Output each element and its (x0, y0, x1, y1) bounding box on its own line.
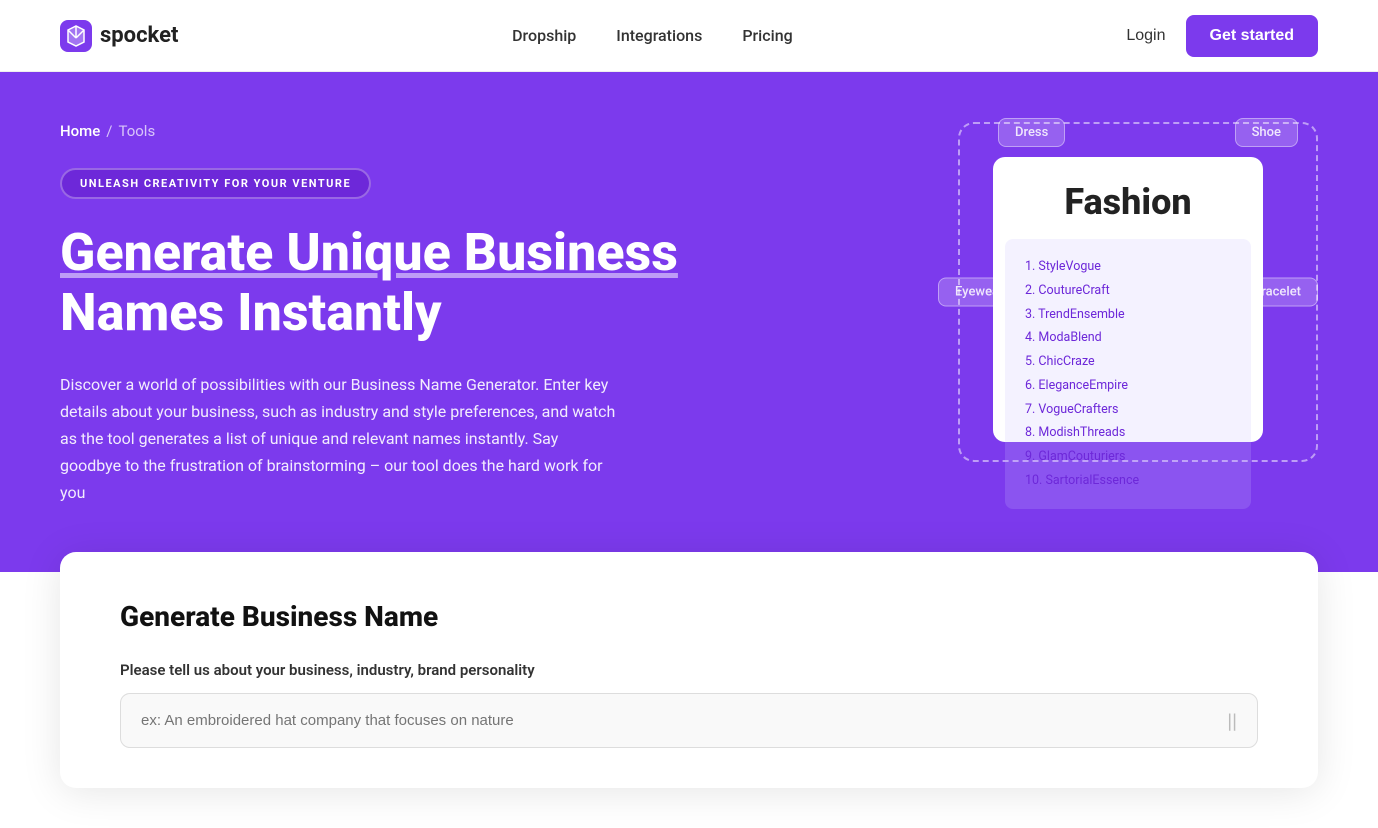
navbar: spocket Dropship Integrations Pricing Lo… (0, 0, 1378, 72)
hero-illustration: Dress Shoe Eyewear Bracelet Fashion 1. S… (938, 102, 1318, 482)
breadcrumb-home[interactable]: Home (60, 122, 100, 140)
nav-integrations[interactable]: Integrations (616, 26, 702, 45)
input-wrapper: || (120, 693, 1258, 748)
tag-dress: Dress (998, 118, 1065, 147)
nav-pricing[interactable]: Pricing (742, 26, 792, 45)
fashion-label: Fashion (993, 157, 1263, 239)
names-list-item: 3. TrendEnsemble (1025, 303, 1231, 327)
breadcrumb-separator: / (106, 122, 112, 140)
breadcrumb: Home / Tools (60, 122, 700, 140)
breadcrumb-current: Tools (118, 122, 155, 140)
names-list-item: 5. ChicCraze (1025, 350, 1231, 374)
nav-links: Dropship Integrations Pricing (512, 26, 793, 45)
hero-badge: UNLEASH CREATIVITY FOR YOUR VENTURE (60, 168, 371, 199)
hero-title: Generate Unique Business Names Instantly (60, 223, 700, 343)
names-list-item: 10. SartorialEssence (1025, 469, 1231, 493)
logo[interactable]: spocket (60, 20, 178, 52)
nav-dropship[interactable]: Dropship (512, 26, 576, 45)
hero-content: Home / Tools UNLEASH CREATIVITY FOR YOUR… (60, 122, 700, 507)
hero-section: Home / Tools UNLEASH CREATIVITY FOR YOUR… (0, 72, 1378, 572)
form-label: Please tell us about your business, indu… (120, 661, 1258, 679)
nav-actions: Login Get started (1126, 15, 1318, 57)
names-list-item: 6. EleganceEmpire (1025, 374, 1231, 398)
names-list-item: 9. GlamCouturiers (1025, 445, 1231, 469)
hero-description: Discover a world of possibilities with o… (60, 371, 620, 507)
names-list-item: 8. ModishThreads (1025, 421, 1231, 445)
form-section: Generate Business Name Please tell us ab… (60, 552, 1318, 788)
names-list-item: 2. CoutureCraft (1025, 279, 1231, 303)
mic-icon[interactable]: || (1207, 709, 1257, 733)
form-title: Generate Business Name (120, 600, 1258, 633)
logo-icon (60, 20, 92, 52)
names-list-item: 7. VogueCrafters (1025, 398, 1231, 422)
login-button[interactable]: Login (1126, 27, 1165, 45)
names-list-item: 1. StyleVogue (1025, 255, 1231, 279)
logo-text: spocket (100, 23, 178, 48)
fashion-center-card: Fashion 1. StyleVogue2. CoutureCraft3. T… (993, 157, 1263, 442)
business-description-input[interactable] (121, 694, 1207, 747)
tag-shoe: Shoe (1235, 118, 1298, 147)
names-list-item: 4. ModaBlend (1025, 326, 1231, 350)
names-list: 1. StyleVogue2. CoutureCraft3. TrendEnse… (1005, 239, 1251, 509)
get-started-button[interactable]: Get started (1186, 15, 1318, 57)
